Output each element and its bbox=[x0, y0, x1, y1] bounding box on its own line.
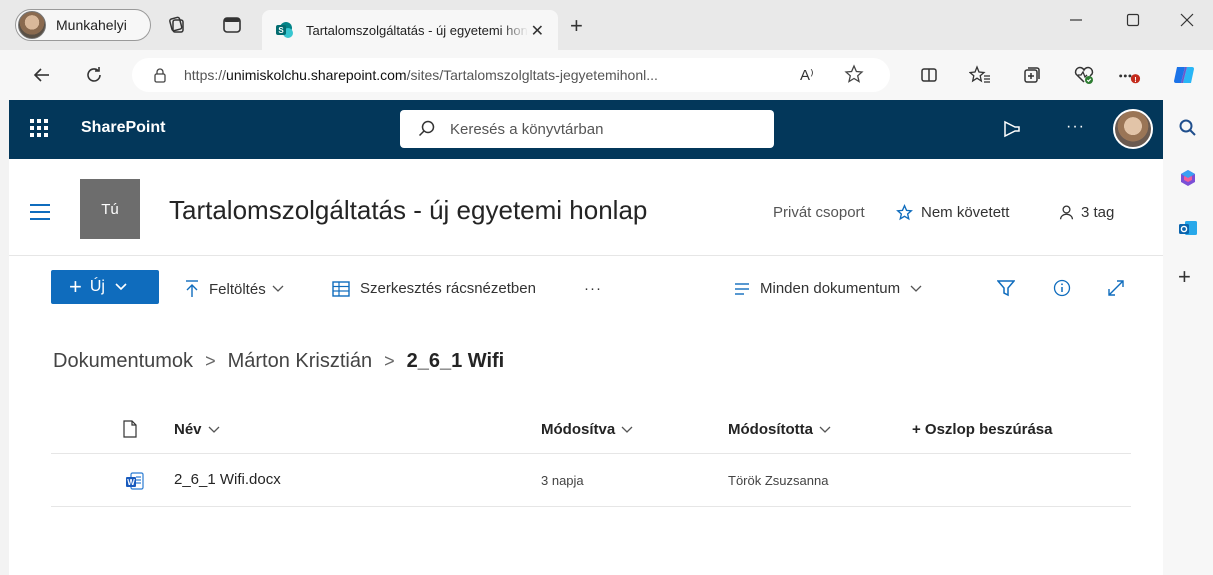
view-selector[interactable]: Minden dokumentum bbox=[734, 280, 922, 297]
edge-sidebar: + bbox=[1163, 100, 1213, 575]
plus-icon: + bbox=[69, 274, 82, 299]
person-icon bbox=[1058, 204, 1075, 221]
close-window-icon[interactable] bbox=[1164, 0, 1210, 40]
expand-icon[interactable] bbox=[1107, 279, 1125, 297]
list-view-icon bbox=[734, 282, 750, 296]
sharepoint-page: SharePoint Keresés a könyvtárban ··· Tú … bbox=[9, 100, 1163, 575]
breadcrumb-separator: > bbox=[205, 351, 216, 371]
back-arrow-icon[interactable] bbox=[30, 63, 54, 87]
address-bar[interactable]: https://unimiskolchu.sharepoint.com/site… bbox=[132, 58, 890, 92]
user-avatar[interactable] bbox=[1113, 109, 1153, 149]
filter-icon[interactable] bbox=[997, 279, 1015, 297]
search-placeholder: Keresés a könyvtárban bbox=[450, 120, 604, 138]
url-text: https://unimiskolchu.sharepoint.com/site… bbox=[184, 67, 658, 83]
profile-avatar bbox=[18, 11, 46, 39]
info-icon[interactable] bbox=[1053, 279, 1071, 297]
chevron-down-icon bbox=[819, 426, 831, 434]
app-launcher-icon[interactable] bbox=[29, 118, 49, 138]
breadcrumb-item-folder[interactable]: Márton Krisztián bbox=[228, 350, 373, 373]
read-aloud-icon[interactable]: A⁾ bbox=[800, 66, 814, 84]
breadcrumb-current: 2_6_1 Wifi bbox=[406, 350, 505, 372]
profile-button[interactable]: Munkahelyi bbox=[15, 9, 151, 41]
maximize-icon[interactable] bbox=[1110, 0, 1156, 40]
site-title[interactable]: Tartalomszolgáltatás - új egyetemi honla… bbox=[169, 195, 647, 226]
split-screen-icon[interactable] bbox=[917, 63, 941, 87]
add-column-button[interactable]: + Oszlop beszúrása bbox=[912, 421, 1052, 438]
breadcrumb: Dokumentumok > Márton Krisztián > 2_6_1 … bbox=[53, 350, 504, 373]
grid-icon bbox=[332, 280, 350, 297]
grid-edit-button[interactable]: Szerkesztés rácsnézetben bbox=[332, 280, 536, 297]
hamburger-menu-icon[interactable] bbox=[29, 203, 51, 221]
column-header-modified[interactable]: Módosítva bbox=[541, 421, 633, 438]
close-tab-icon[interactable]: ✕ bbox=[531, 21, 544, 41]
site-info-icon[interactable] bbox=[152, 67, 168, 83]
word-icon: W bbox=[125, 471, 145, 491]
svg-text:!: ! bbox=[1134, 75, 1136, 84]
favorite-star-icon[interactable] bbox=[844, 64, 864, 84]
breadcrumb-item-documents[interactable]: Dokumentumok bbox=[53, 350, 193, 373]
chevron-down-icon bbox=[910, 285, 922, 293]
office-icon[interactable] bbox=[1178, 168, 1198, 188]
browser-title-bar: Munkahelyi S Tartalomszolgáltatás - új e… bbox=[0, 0, 1213, 50]
chevron-down-icon bbox=[621, 426, 633, 434]
follow-button[interactable]: Nem követett bbox=[896, 204, 1009, 221]
profile-label: Munkahelyi bbox=[56, 17, 127, 33]
minimize-icon[interactable] bbox=[1053, 0, 1099, 40]
settings-more-icon[interactable]: ! bbox=[1117, 63, 1141, 87]
command-bar: + Új Feltöltés Szerkesztés rácsnézetben … bbox=[9, 257, 1163, 317]
more-commands-icon[interactable]: ··· bbox=[584, 280, 602, 297]
copilot-icon[interactable] bbox=[1172, 63, 1196, 87]
more-options-icon[interactable]: ··· bbox=[1066, 118, 1085, 136]
collections-icon[interactable] bbox=[1020, 63, 1044, 87]
column-header-modified-by[interactable]: Módosította bbox=[728, 421, 831, 438]
breadcrumb-separator: > bbox=[384, 351, 395, 371]
site-logo[interactable]: Tú bbox=[80, 179, 140, 239]
sharepoint-brand-link[interactable]: SharePoint bbox=[81, 119, 165, 137]
svg-text:S: S bbox=[278, 26, 284, 35]
site-header: Tú Tartalomszolgáltatás - új egyetemi ho… bbox=[9, 159, 1163, 256]
chevron-down-icon bbox=[272, 285, 284, 293]
outlook-icon[interactable] bbox=[1178, 218, 1198, 238]
add-sidebar-app-icon[interactable]: + bbox=[1178, 264, 1191, 290]
table-row[interactable]: W 2_6_1 Wifi.docx 3 napja Török Zsuzsann… bbox=[51, 455, 1131, 507]
file-type-icon[interactable] bbox=[123, 420, 137, 438]
favorites-icon[interactable] bbox=[968, 63, 992, 87]
upload-button[interactable]: Feltöltés bbox=[185, 280, 284, 298]
list-header: Név Módosítva Módosította + Oszlop beszú… bbox=[51, 400, 1131, 454]
sharepoint-favicon: S bbox=[274, 20, 294, 40]
tab-title: Tartalomszolgáltatás - új egyetemi honla… bbox=[306, 22, 528, 38]
upload-arrow-icon bbox=[185, 280, 199, 298]
modified-by-name[interactable]: Török Zsuzsanna bbox=[728, 473, 828, 488]
chevron-down-icon bbox=[208, 426, 220, 434]
suite-bar: SharePoint Keresés a könyvtárban ··· bbox=[9, 100, 1163, 159]
tab-sharepoint[interactable]: S Tartalomszolgáltatás - új egyetemi hon… bbox=[262, 10, 558, 50]
modified-date: 3 napja bbox=[541, 473, 584, 488]
megaphone-icon[interactable] bbox=[1001, 120, 1021, 138]
library-search-box[interactable]: Keresés a könyvtárban bbox=[400, 110, 774, 148]
browser-toolbar: https://unimiskolchu.sharepoint.com/site… bbox=[0, 50, 1213, 100]
members-button[interactable]: 3 tag bbox=[1058, 204, 1114, 221]
file-name-link[interactable]: 2_6_1 Wifi.docx bbox=[174, 471, 281, 488]
search-icon bbox=[418, 120, 436, 138]
new-tab-icon[interactable]: + bbox=[570, 13, 590, 38]
new-button[interactable]: + Új bbox=[51, 270, 159, 304]
privacy-label: Privát csoport bbox=[773, 204, 865, 221]
workspaces-icon[interactable] bbox=[166, 15, 186, 35]
tab-actions-icon[interactable] bbox=[222, 15, 242, 35]
browser-essentials-icon[interactable] bbox=[1072, 63, 1096, 87]
search-icon[interactable] bbox=[1178, 118, 1198, 138]
svg-text:W: W bbox=[127, 478, 135, 487]
column-header-name[interactable]: Név bbox=[174, 421, 220, 438]
refresh-icon[interactable] bbox=[82, 63, 106, 87]
chevron-down-icon bbox=[115, 283, 127, 291]
star-icon bbox=[896, 204, 913, 221]
